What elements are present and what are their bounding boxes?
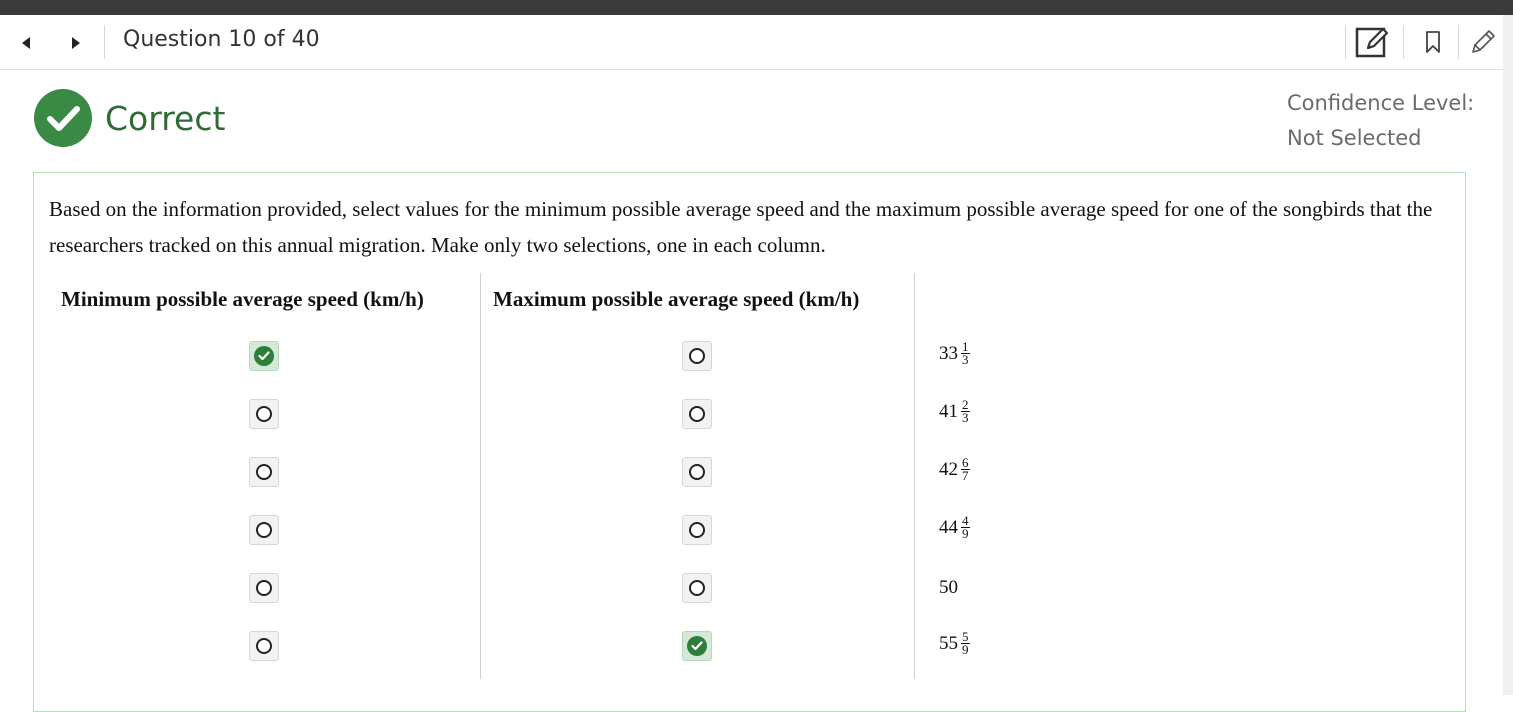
min-speed-radio[interactable] bbox=[249, 457, 279, 487]
bookmark-button[interactable] bbox=[1418, 24, 1448, 60]
previous-question-button[interactable] bbox=[16, 33, 36, 53]
option-value: 42 6 7 bbox=[939, 456, 970, 483]
column-divider bbox=[480, 273, 481, 679]
nav-divider bbox=[104, 25, 105, 59]
option-value: 50 bbox=[939, 577, 958, 599]
max-speed-radio[interactable] bbox=[682, 631, 712, 661]
radio-ring-icon bbox=[256, 522, 272, 538]
question-panel: Based on the information provided, selec… bbox=[33, 172, 1466, 712]
max-speed-column-header: Maximum possible average speed (km/h) bbox=[493, 287, 860, 311]
fraction-denominator: 9 bbox=[962, 526, 969, 541]
tool-divider bbox=[1403, 25, 1404, 59]
notepad-button[interactable] bbox=[1352, 24, 1392, 60]
option-value: 44 4 9 bbox=[939, 514, 970, 541]
radio-ring-icon bbox=[689, 464, 705, 480]
min-speed-radio[interactable] bbox=[249, 573, 279, 603]
triangle-left-icon bbox=[22, 37, 30, 49]
radio-ring-icon bbox=[256, 580, 272, 596]
confidence-value: Not Selected bbox=[1287, 126, 1422, 150]
min-speed-radio[interactable] bbox=[249, 341, 279, 371]
option-value: 55 5 9 bbox=[939, 630, 970, 657]
min-speed-column-header: Minimum possible average speed (km/h) bbox=[61, 287, 424, 311]
bookmark-icon bbox=[1426, 31, 1440, 53]
option-value: 33 1 3 bbox=[939, 340, 970, 367]
tool-divider bbox=[1458, 25, 1459, 59]
option-whole-number: 50 bbox=[939, 577, 958, 598]
pencil-icon bbox=[1472, 30, 1495, 53]
fraction-denominator: 3 bbox=[962, 410, 969, 425]
scrollbar[interactable] bbox=[1503, 15, 1513, 695]
fraction-denominator: 7 bbox=[962, 468, 969, 483]
radio-ring-icon bbox=[256, 464, 272, 480]
next-question-button[interactable] bbox=[66, 33, 86, 53]
option-value: 41 2 3 bbox=[939, 398, 970, 425]
result-status: Correct bbox=[105, 98, 226, 138]
question-nav-bar: Question 10 of 40 bbox=[0, 15, 1503, 70]
fraction-denominator: 3 bbox=[962, 352, 969, 367]
radio-ring-icon bbox=[689, 522, 705, 538]
radio-ring-icon bbox=[689, 348, 705, 364]
question-counter: Question 10 of 40 bbox=[123, 27, 320, 52]
option-fraction: 67 bbox=[961, 456, 970, 483]
max-speed-radio[interactable] bbox=[682, 399, 712, 429]
notepad-edit-icon bbox=[1355, 27, 1389, 58]
option-fraction: 49 bbox=[961, 514, 970, 541]
option-whole-number: 55 bbox=[939, 632, 958, 654]
column-divider bbox=[914, 273, 915, 679]
min-speed-radio[interactable] bbox=[249, 631, 279, 661]
max-speed-radio[interactable] bbox=[682, 573, 712, 603]
confidence-level: Confidence Level: Not Selected bbox=[1287, 86, 1474, 156]
radio-ring-icon bbox=[256, 406, 272, 422]
max-speed-radio[interactable] bbox=[682, 341, 712, 371]
fraction-denominator: 9 bbox=[962, 642, 969, 657]
triangle-right-icon bbox=[72, 37, 80, 49]
option-whole-number: 33 bbox=[939, 342, 958, 364]
confidence-label: Confidence Level: bbox=[1287, 91, 1475, 115]
radio-ring-icon bbox=[689, 580, 705, 596]
check-mark-icon bbox=[687, 636, 707, 656]
min-speed-radio[interactable] bbox=[249, 399, 279, 429]
result-indicator: Correct bbox=[33, 88, 225, 148]
min-speed-radio[interactable] bbox=[249, 515, 279, 545]
option-whole-number: 41 bbox=[939, 400, 958, 422]
max-speed-radio[interactable] bbox=[682, 457, 712, 487]
option-fraction: 23 bbox=[961, 398, 970, 425]
option-whole-number: 42 bbox=[939, 458, 958, 480]
tool-divider bbox=[1345, 25, 1346, 59]
option-fraction: 59 bbox=[961, 630, 970, 657]
radio-ring-icon bbox=[689, 406, 705, 422]
option-whole-number: 44 bbox=[939, 516, 958, 538]
top-dark-bar bbox=[0, 0, 1513, 15]
check-circle-icon bbox=[34, 89, 92, 147]
check-mark-icon bbox=[254, 346, 274, 366]
pencil-tool-button[interactable] bbox=[1466, 24, 1500, 60]
question-prompt: Based on the information provided, selec… bbox=[49, 197, 1433, 257]
radio-ring-icon bbox=[256, 638, 272, 654]
max-speed-radio[interactable] bbox=[682, 515, 712, 545]
option-fraction: 13 bbox=[961, 340, 970, 367]
